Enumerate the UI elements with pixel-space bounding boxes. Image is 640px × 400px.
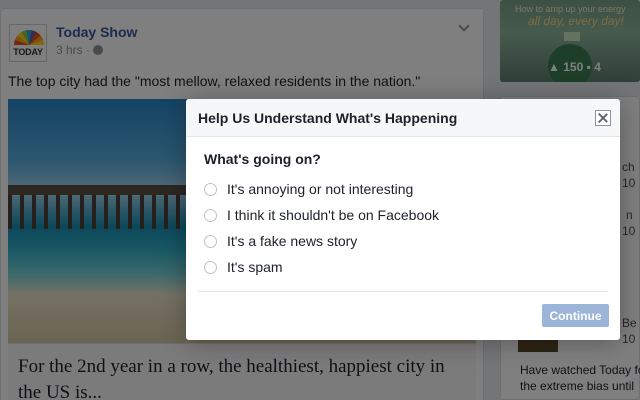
continue-button[interactable]: Continue bbox=[542, 304, 609, 327]
option-label: I think it shouldn't be on Facebook bbox=[227, 207, 440, 223]
radio-button[interactable] bbox=[204, 182, 217, 196]
radio-button[interactable] bbox=[204, 260, 217, 274]
option-label: It's a fake news story bbox=[227, 233, 358, 249]
dialog-question: What's going on? bbox=[204, 151, 321, 167]
option-fake-news[interactable]: It's a fake news story bbox=[204, 231, 357, 251]
close-icon[interactable] bbox=[595, 110, 611, 126]
option-shouldnt-be-on-facebook[interactable]: I think it shouldn't be on Facebook bbox=[204, 205, 439, 225]
dialog-header: Help Us Understand What's Happening bbox=[186, 99, 620, 137]
option-label: It's annoying or not interesting bbox=[227, 181, 414, 197]
radio-button[interactable] bbox=[204, 208, 217, 222]
option-label: It's spam bbox=[227, 259, 283, 275]
report-dialog: Help Us Understand What's Happening What… bbox=[186, 99, 620, 340]
radio-button[interactable] bbox=[204, 234, 217, 248]
option-annoying[interactable]: It's annoying or not interesting bbox=[204, 179, 413, 199]
dialog-divider bbox=[198, 291, 608, 292]
option-spam[interactable]: It's spam bbox=[204, 257, 283, 277]
dialog-title: Help Us Understand What's Happening bbox=[198, 110, 458, 126]
